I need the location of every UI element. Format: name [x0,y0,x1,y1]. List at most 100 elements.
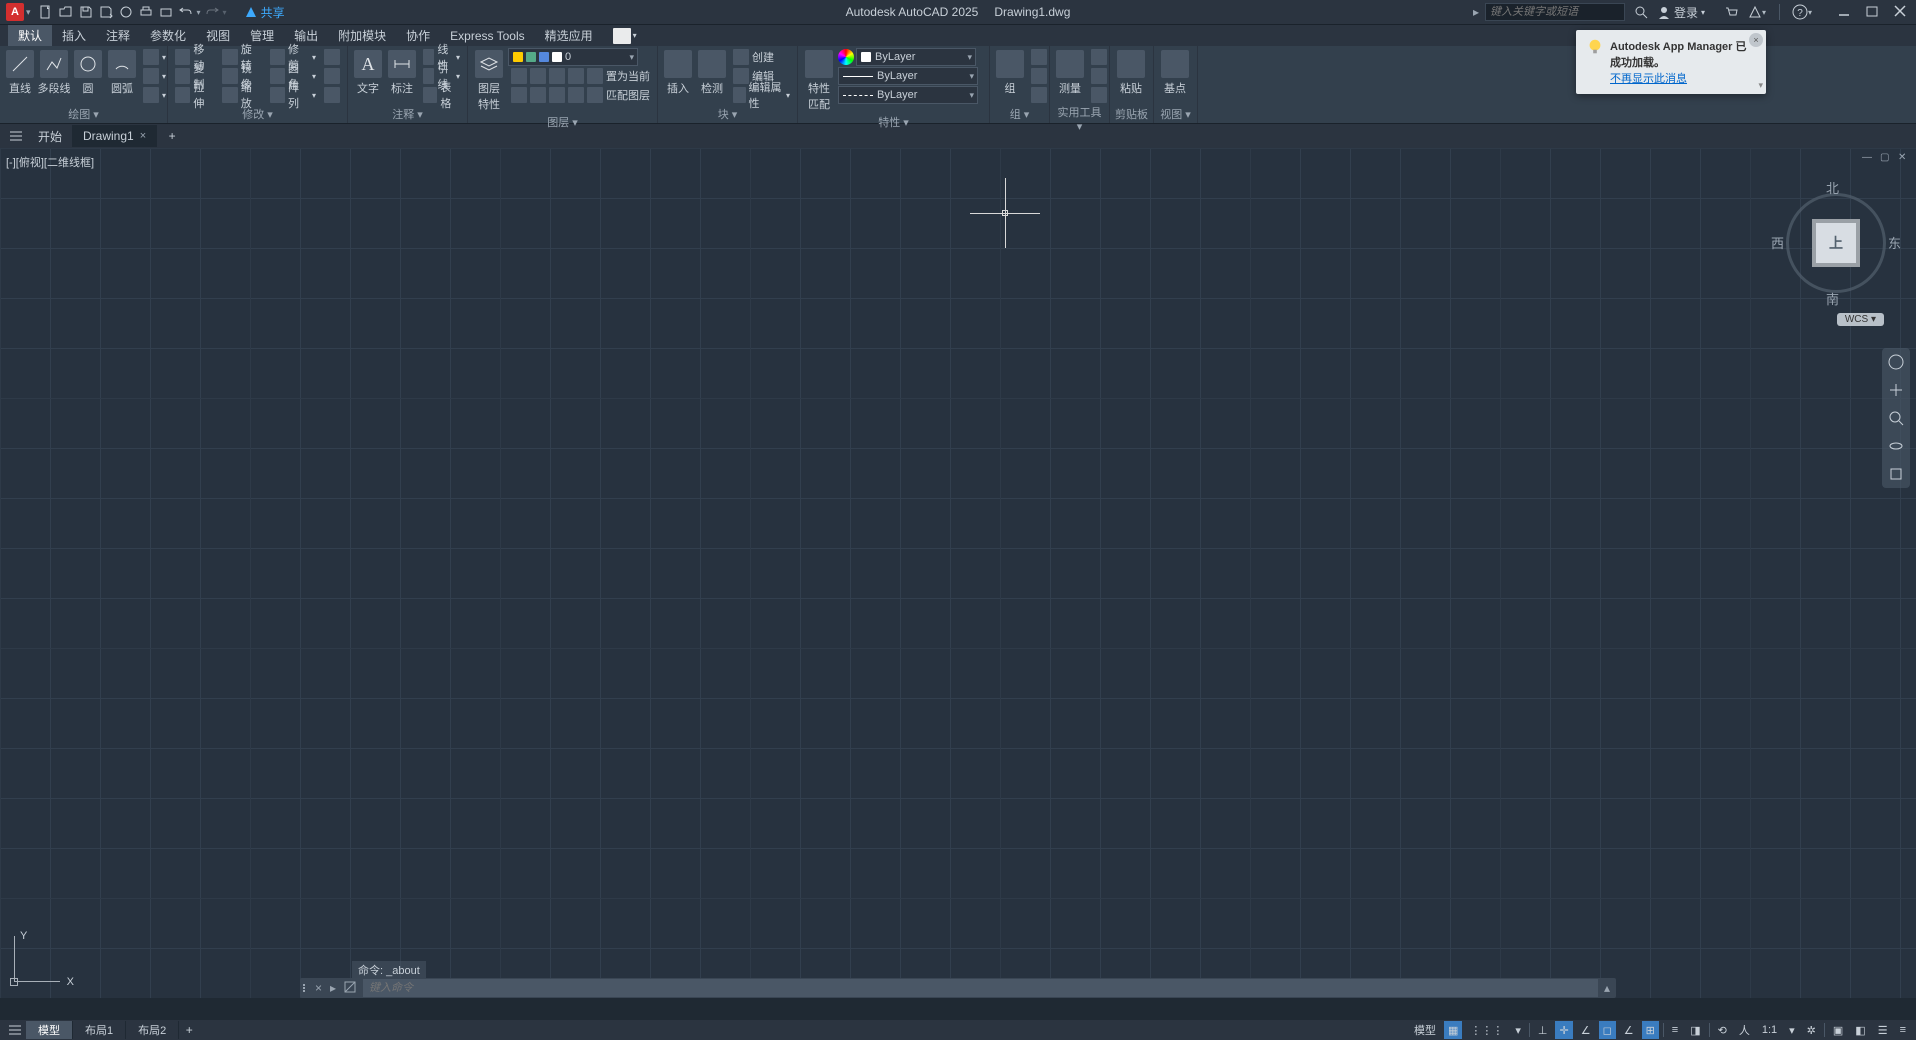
command-drag-handle[interactable] [300,984,310,992]
group-button[interactable]: 组 [994,48,1026,98]
panel-view-title[interactable]: 视图 ▾ [1158,106,1193,123]
viewcube[interactable]: 上 北 南 东 西 [1776,178,1896,308]
command-input[interactable] [363,979,1598,997]
tab-drawing1[interactable]: Drawing1× [73,125,157,147]
group-edit-button[interactable] [1028,67,1050,85]
tab-annotate[interactable]: 注释 [96,25,140,46]
notification-link[interactable]: 不再显示此消息 [1610,70,1756,86]
fullnav-icon[interactable] [1886,352,1906,372]
panel-toggle-arrow[interactable]: ▾ [633,31,637,40]
viewport-minimize-icon[interactable]: — [1862,152,1876,166]
viewcube-east[interactable]: 东 [1888,233,1901,252]
panel-props-title[interactable]: 特性 ▾ [802,114,985,131]
paste-button[interactable]: 粘贴 [1114,48,1148,98]
search-input[interactable] [1485,3,1625,21]
new-tab-button[interactable]: + [161,125,183,147]
autodesk-icon[interactable]: ▾ [1747,2,1767,22]
measure-button[interactable]: 测量 [1054,48,1086,98]
scale-indicator[interactable]: 1:1 [1758,1021,1781,1039]
minimize-icon[interactable] [1838,5,1852,19]
close-icon[interactable] [1894,5,1908,19]
ortho-icon[interactable]: ⊥ [1534,1021,1552,1039]
wcs-button[interactable]: WCS ▾ [1837,313,1884,326]
save-icon[interactable] [77,3,95,21]
stretch-button[interactable]: 拉伸 [172,86,217,104]
table-button[interactable]: 表格 [420,86,463,104]
dimension-button[interactable]: 标注 [386,48,418,98]
group-select-button[interactable] [1028,86,1050,104]
isolate-icon[interactable]: ☰ [1874,1021,1892,1039]
panel-draw-title[interactable]: 绘图 ▾ [4,106,163,123]
erase-button[interactable] [321,48,343,66]
grid-toggle-icon[interactable]: ▦ [1444,1021,1462,1039]
lineweight-icon[interactable]: ≡ [1668,1021,1682,1039]
layout-list-icon[interactable] [4,1024,26,1036]
hatch-button[interactable]: ▾ [140,67,169,85]
redo-icon[interactable] [203,3,221,21]
test-block-button[interactable]: 检测 [696,48,728,98]
quickprops-icon[interactable]: ◧ [1851,1021,1869,1039]
base-button[interactable]: 基点 [1158,48,1192,98]
command-recent-icon[interactable]: ▸ [327,981,339,995]
undo-dropdown-icon[interactable]: ▾ [197,8,201,17]
iso-icon[interactable]: ∠ [1577,1021,1595,1039]
ellipse-button[interactable]: ▾ [140,86,169,104]
panel-clip-title[interactable]: 剪贴板 [1114,106,1149,123]
gear-icon[interactable]: ✲ [1803,1021,1820,1039]
pan-icon[interactable] [1886,380,1906,400]
panel-block-title[interactable]: 块 ▾ [662,106,793,123]
transparency-icon[interactable]: ◨ [1686,1021,1704,1039]
drawing-canvas[interactable]: [-][俯视][二维线框] — ▢ ✕ 上 北 南 东 西 WCS ▾ Y X [0,148,1916,998]
tab-featured[interactable]: 精选应用 [535,25,603,46]
ungroup-button[interactable] [1028,48,1050,66]
layer-row3[interactable]: 匹配图层 [508,86,653,104]
circle-button[interactable]: 圆 [72,48,104,98]
notification-expand-icon[interactable]: ▾ [1758,80,1763,91]
search-icon[interactable] [1631,2,1651,22]
undo-icon[interactable] [177,3,195,21]
edit-attr-button[interactable]: 编辑属性▾ [730,86,793,104]
panel-toggle-icon[interactable] [613,28,631,44]
tab-collab[interactable]: 协作 [396,25,440,46]
layout-layout1[interactable]: 布局1 [73,1021,126,1039]
zoom-icon[interactable] [1886,408,1906,428]
explode-button[interactable] [321,67,343,85]
viewport-controls[interactable]: [-][俯视][二维线框] [6,154,94,170]
orbit-icon[interactable] [1886,436,1906,456]
scale-button[interactable]: 缩放 [219,86,264,104]
color-wheel-icon[interactable] [838,49,854,65]
snap-toggle-icon[interactable]: ⋮⋮⋮ [1466,1021,1507,1039]
layout-layout2[interactable]: 布局2 [126,1021,179,1039]
layout-add-button[interactable]: + [179,1023,199,1037]
array-button[interactable]: 阵列▾ [267,86,319,104]
layer-row2[interactable]: 置为当前 [508,67,653,85]
viewcube-west[interactable]: 西 [1771,233,1784,252]
web-icon[interactable] [117,3,135,21]
cycling-icon[interactable]: ⟲ [1714,1021,1731,1039]
help-icon[interactable]: ?▾ [1792,2,1812,22]
maximize-icon[interactable] [1866,5,1880,19]
match-props-button[interactable]: 特性 匹配 [802,48,836,114]
showmotion-icon[interactable] [1886,464,1906,484]
redo-dropdown-icon[interactable]: ▾ [223,8,227,17]
tab-close-icon[interactable]: × [140,130,146,142]
rect-button[interactable]: ▾ [140,48,169,66]
viewcube-top-face[interactable]: 上 [1816,223,1856,263]
panel-annot-title[interactable]: 注释 ▾ [352,106,463,123]
panel-layers-title[interactable]: 图层 ▾ [472,114,653,131]
plot-icon[interactable] [137,3,155,21]
util-1-button[interactable] [1088,48,1110,66]
polyline-button[interactable]: 多段线 [38,48,70,98]
app-icon[interactable]: A [6,3,24,21]
line-button[interactable]: 直线 [4,48,36,98]
tab-addins[interactable]: 附加模块 [328,25,396,46]
osnap-icon[interactable]: ◻ [1599,1021,1616,1039]
panel-modify-title[interactable]: 修改 ▾ [172,106,343,123]
layout-model[interactable]: 模型 [26,1021,73,1039]
snap-dropdown-icon[interactable]: ▾ [1511,1021,1525,1039]
layer-props-button[interactable]: 图层 特性 [472,48,506,114]
insert-block-button[interactable]: 插入 [662,48,694,98]
panel-util-title[interactable]: 实用工具 ▾ [1054,104,1105,134]
tab-default[interactable]: 默认 [8,25,52,46]
text-button[interactable]: A文字 [352,48,384,98]
